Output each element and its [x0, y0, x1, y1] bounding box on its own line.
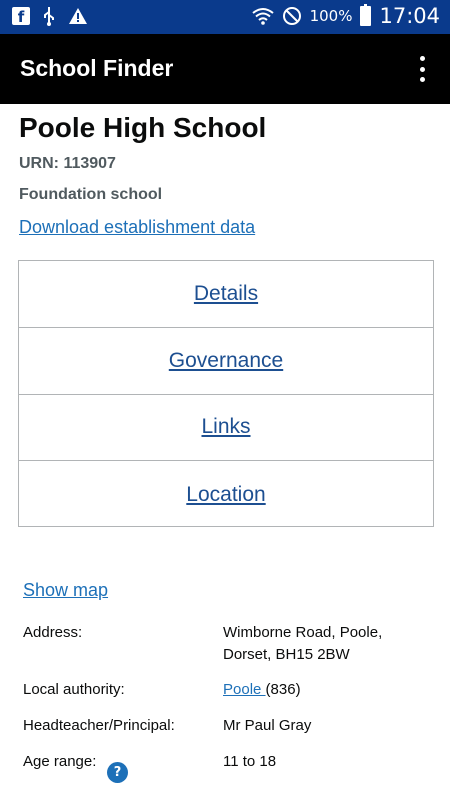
- warning-icon: [69, 8, 87, 24]
- status-bar-left: f: [12, 6, 88, 26]
- age-range-label: Age range:: [23, 753, 97, 770]
- do-not-disturb-icon: [282, 7, 301, 25]
- more-vert-icon[interactable]: [412, 56, 432, 82]
- local-authority-value: Poole (836): [223, 679, 433, 701]
- status-bar: f 100% 17:04: [0, 0, 450, 34]
- nav-item-governance[interactable]: Governance: [19, 328, 433, 395]
- address-line-2: Dorset, BH15 2BW: [223, 646, 350, 663]
- battery-icon: [360, 4, 372, 26]
- local-authority-code: (836): [265, 681, 301, 698]
- wifi-icon: [251, 8, 274, 25]
- section-nav: Details Governance Links Location: [18, 260, 434, 527]
- download-establishment-data-link[interactable]: Download establishment data: [19, 217, 255, 238]
- local-authority-link[interactable]: Poole: [223, 681, 266, 698]
- address-label: Address:: [23, 624, 83, 641]
- nav-link-links[interactable]: Links: [201, 415, 250, 439]
- help-icon[interactable]: ?: [107, 762, 128, 783]
- app-title: School Finder: [20, 55, 174, 81]
- app-bar: School Finder: [0, 34, 450, 104]
- status-bar-right: 100% 17:04: [251, 4, 440, 28]
- show-map-link[interactable]: Show map: [23, 580, 108, 601]
- local-authority-label: Local authority:: [23, 681, 125, 698]
- nav-link-location[interactable]: Location: [186, 483, 265, 507]
- headteacher-label: Headteacher/Principal:: [23, 717, 175, 734]
- clock: 17:04: [379, 4, 440, 28]
- nav-link-details[interactable]: Details: [194, 282, 258, 306]
- facebook-icon: f: [12, 7, 30, 26]
- page-title: Poole High School: [19, 112, 267, 143]
- nav-item-links[interactable]: Links: [19, 395, 433, 462]
- urn-text: URN: 113907: [19, 155, 116, 172]
- school-type: Foundation school: [19, 186, 163, 203]
- nav-item-location[interactable]: Location: [19, 461, 433, 528]
- address-line-1: Wimborne Road, Poole,: [223, 624, 383, 641]
- headteacher-value: Mr Paul Gray: [223, 717, 312, 734]
- battery-percentage: 100%: [309, 7, 353, 25]
- nav-link-governance[interactable]: Governance: [169, 349, 283, 373]
- nav-item-details[interactable]: Details: [19, 261, 433, 328]
- address-value: Wimborne Road, Poole, Dorset, BH15 2BW: [223, 622, 433, 666]
- age-range-value: 11 to 18: [223, 753, 277, 770]
- usb-icon: [44, 7, 54, 26]
